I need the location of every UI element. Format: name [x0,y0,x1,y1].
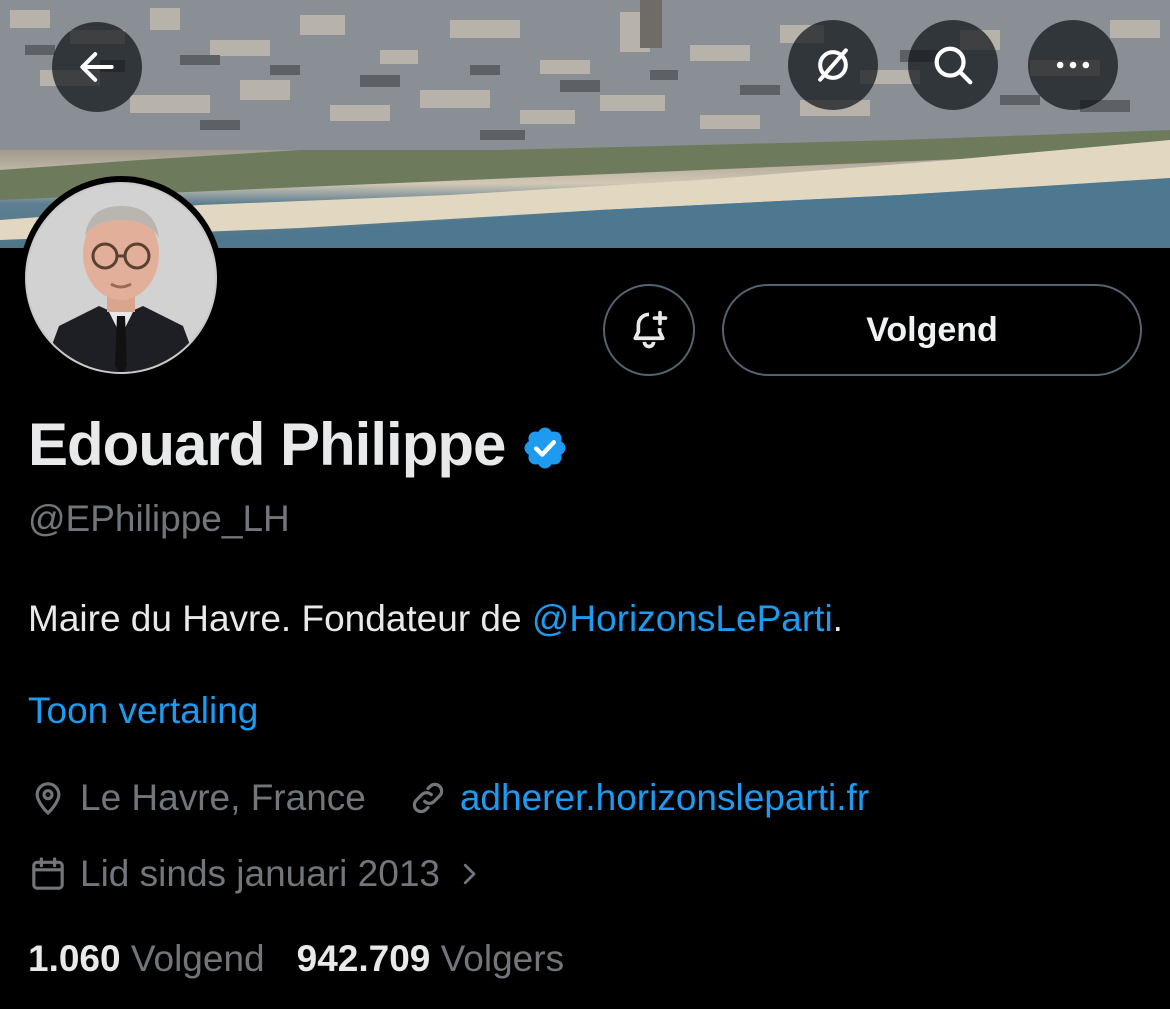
bell-plus-icon [633,310,668,349]
location-pin-icon [28,778,68,818]
profile-handle: @EPhilippe_LH [28,498,290,539]
search-button[interactable] [908,20,998,110]
followers-stat[interactable]: 942.709 Volgers [297,938,564,980]
profile-location: Le Havre, France [80,777,366,818]
more-icon [1056,61,1090,69]
hide-icon [818,48,848,82]
profile-joined-row[interactable]: Lid sinds januari 2013 [28,853,496,895]
profile-meta-location-row: Le Havre, France adherer.horizonsleparti… [28,777,869,819]
link-icon [408,778,448,818]
following-label: Volgend [130,938,265,979]
profile-stats: 1.060 Volgend 942.709 Volgers [28,938,596,980]
profile-bio: Maire du Havre. Fondateur de @HorizonsLe… [28,598,843,640]
notifications-button[interactable] [603,284,695,376]
translate-bio-link[interactable]: Toon vertaling [28,690,258,732]
avatar[interactable] [19,176,223,380]
avatar-image [25,182,217,374]
arrow-left-icon [80,52,114,82]
profile-website-link[interactable]: adherer.horizonsleparti.fr [460,777,869,819]
calendar-icon [28,854,68,894]
chevron-right-icon [454,859,484,889]
bio-mention-link[interactable]: @HorizonsLeParti [532,598,833,639]
back-button[interactable] [52,22,142,112]
following-count: 1.060 [28,938,121,979]
profile-joined-date: Lid sinds januari 2013 [80,853,440,894]
bio-text: Maire du Havre. Fondateur de [28,598,532,639]
verified-badge-icon[interactable] [521,424,569,472]
following-button[interactable]: Volgend [722,284,1142,376]
following-stat[interactable]: 1.060 Volgend [28,938,265,980]
more-button[interactable] [1028,20,1118,110]
followers-count: 942.709 [296,938,431,979]
hide-profile-button[interactable] [788,20,878,110]
profile-name: Edouard Philippe [28,411,506,478]
followers-label: Volgers [440,938,565,979]
search-icon [934,46,973,85]
bio-suffix: . [832,598,843,639]
profile-name-row: Edouard Philippe [28,410,569,479]
